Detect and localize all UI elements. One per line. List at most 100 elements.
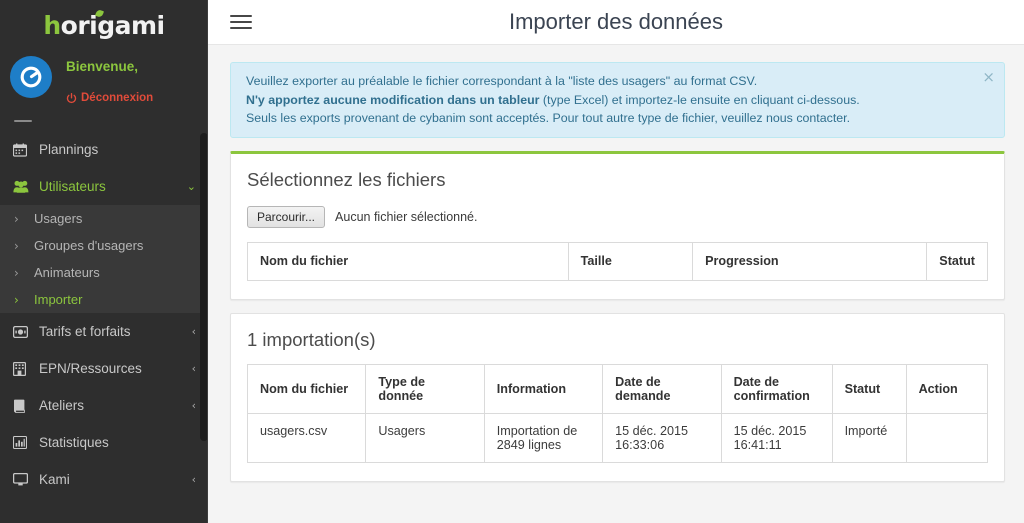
- col-taille: Taille: [567, 241, 694, 281]
- close-icon[interactable]: ×: [982, 68, 995, 87]
- browse-button[interactable]: Parcourir...: [247, 205, 326, 228]
- table-header-row: Nom du fichier Type de donnée Informatio…: [246, 363, 989, 414]
- file-selection-status: Aucun fichier sélectionné.: [335, 209, 478, 224]
- sidebar-item-ateliers[interactable]: Ateliers ‹: [0, 387, 208, 424]
- chevron-right-icon: ›: [14, 292, 19, 307]
- page-title: Importer des données: [508, 9, 724, 34]
- topbar: Importer des données: [208, 0, 1024, 45]
- power-icon: [66, 92, 77, 103]
- sidebar-subitem-label: Groupes d'usagers: [34, 238, 144, 253]
- table-row[interactable]: usagers.csv Usagers Importation de 2849 …: [246, 412, 989, 463]
- desktop-icon: [13, 473, 35, 486]
- sidebar-item-usagers[interactable]: › Usagers: [0, 205, 208, 232]
- col-date-de-demande: Date de demande: [602, 363, 722, 414]
- sidebar-item-tarifs-forfaits[interactable]: Tarifs et forfaits ‹: [0, 313, 208, 350]
- sidebar-item-epn-ressources[interactable]: EPN/Ressources ‹: [0, 350, 208, 387]
- welcome-text: Bienvenue,: [66, 59, 139, 74]
- alert-line-2-rest: (type Excel) et importez-le ensuite en c…: [539, 92, 860, 107]
- sidebar-item-plannings[interactable]: Plannings: [0, 131, 208, 168]
- chevron-left-icon: ‹: [191, 473, 196, 486]
- chevron-right-icon: ›: [14, 265, 19, 280]
- sidebar-subitem-label: Animateurs: [34, 265, 100, 280]
- sidebar-subitem-label: Importer: [34, 292, 83, 307]
- imports-table: Nom du fichier Type de donnée Informatio…: [246, 363, 989, 463]
- table-header-row: Nom du fichier Taille Progression Statut: [247, 241, 988, 281]
- sidebar-item-utilisateurs[interactable]: Utilisateurs ⌄: [0, 168, 208, 205]
- alert-line-2: N'y apportez aucune modification dans un…: [246, 91, 974, 110]
- alert-line-1: Veuillez exporter au préalable le fichie…: [246, 74, 758, 88]
- sidebar-divider: [14, 120, 32, 122]
- sidebar-item-label: Statistiques: [39, 435, 109, 450]
- sidebar: horigami Bienvenue, Déconnexion Planning…: [0, 0, 208, 523]
- imports-table-head: Nom du fichier Type de donnée Informatio…: [246, 363, 989, 414]
- alert-line-3: Seuls les exports provenant de cybanim s…: [246, 111, 851, 125]
- col-statut: Statut: [831, 363, 907, 414]
- col-action: Action: [905, 363, 989, 414]
- sidebar-item-label: Tarifs et forfaits: [39, 324, 131, 339]
- content: Veuillez exporter au préalable le fichie…: [208, 45, 1024, 482]
- sidebar-item-kami[interactable]: Kami ‹: [0, 461, 208, 498]
- chevron-right-icon: ›: [14, 211, 19, 226]
- alert-line-2-bold: N'y apportez aucune modification dans un…: [246, 92, 540, 107]
- sidebar-item-statistiques[interactable]: Statistiques: [0, 424, 208, 461]
- file-input-row: Parcourir... Aucun fichier sélectionné.: [247, 205, 988, 228]
- info-alert: Veuillez exporter au préalable le fichie…: [230, 62, 1005, 138]
- col-progression: Progression: [692, 241, 928, 281]
- building-icon: [13, 361, 35, 376]
- hamburger-bar: [230, 21, 252, 23]
- select-files-body: Sélectionnez les fichiers Parcourir... A…: [231, 154, 1004, 299]
- brand-logo[interactable]: horigami: [0, 0, 208, 48]
- sidebar-item-label: Kami: [39, 472, 70, 487]
- chevron-left-icon: ‹: [191, 325, 196, 338]
- col-date-de-confirmation: Date de confirmation: [720, 363, 833, 414]
- col-nom-du-fichier: Nom du fichier: [247, 241, 569, 281]
- app-root: horigami Bienvenue, Déconnexion Planning…: [0, 0, 1024, 523]
- imports-body: 1 importation(s) Nom du fichier Type de …: [231, 314, 1004, 481]
- brand-text: horigami: [43, 8, 165, 40]
- imports-table-body: usagers.csv Usagers Importation de 2849 …: [246, 412, 989, 463]
- col-type-de-donnee: Type de donnée: [365, 363, 485, 414]
- avatar[interactable]: [10, 56, 52, 98]
- select-files-title: Sélectionnez les fichiers: [247, 168, 446, 190]
- sidebar-item-importer[interactable]: › Importer: [0, 286, 208, 313]
- hamburger-icon[interactable]: [230, 15, 252, 29]
- logout-link[interactable]: Déconnexion: [66, 92, 153, 104]
- sidebar-submenu-utilisateurs: › Usagers › Groupes d'usagers › Animateu…: [0, 205, 208, 313]
- cell-action[interactable]: [905, 412, 989, 463]
- chevron-left-icon: ‹: [191, 399, 196, 412]
- hamburger-bar: [230, 15, 252, 17]
- select-files-card: Sélectionnez les fichiers Parcourir... A…: [230, 150, 1005, 300]
- chevron-right-icon: ›: [14, 238, 19, 253]
- imports-title: 1 importation(s): [247, 328, 376, 350]
- sidebar-item-label: Plannings: [39, 142, 99, 157]
- sidebar-nav: Plannings Utilisateurs ⌄ › Usagers › Gro…: [0, 131, 208, 498]
- hamburger-bar: [230, 27, 252, 29]
- brand-name: origami: [60, 10, 165, 40]
- chevron-left-icon: ‹: [191, 362, 196, 375]
- col-statut: Statut: [926, 241, 988, 281]
- logout-label: Déconnexion: [81, 92, 154, 104]
- cell-status: Importé: [831, 412, 907, 463]
- imports-card: 1 importation(s) Nom du fichier Type de …: [230, 312, 1005, 482]
- cell-request-date: 15 déc. 2015 16:33:06: [602, 412, 722, 463]
- col-information: Information: [483, 363, 604, 414]
- user-meta: Bienvenue, Déconnexion: [52, 54, 153, 104]
- sidebar-item-groupes-usagers[interactable]: › Groupes d'usagers: [0, 232, 208, 259]
- cell-information: Importation de 2849 lignes: [483, 412, 604, 463]
- sidebar-subitem-label: Usagers: [34, 211, 83, 226]
- users-icon: [13, 180, 35, 193]
- brand-initial: h: [43, 10, 61, 40]
- upload-queue-head: Nom du fichier Taille Progression Statut: [247, 241, 988, 281]
- sidebar-item-animateurs[interactable]: › Animateurs: [0, 259, 208, 286]
- bar-chart-icon: [13, 436, 35, 449]
- money-icon: [13, 325, 35, 338]
- cell-type: Usagers: [365, 412, 485, 463]
- sidebar-item-label: Ateliers: [39, 398, 85, 413]
- calendar-icon: [13, 143, 35, 157]
- main-area: Importer des données Veuillez exporter a…: [208, 0, 1024, 523]
- chevron-down-icon: ⌄: [186, 180, 196, 193]
- book-icon: [13, 399, 35, 413]
- sidebar-item-label: Utilisateurs: [39, 179, 106, 194]
- cell-confirm-date: 15 déc. 2015 16:41:11: [720, 412, 833, 463]
- upload-queue-table: Nom du fichier Taille Progression Statut: [247, 241, 988, 281]
